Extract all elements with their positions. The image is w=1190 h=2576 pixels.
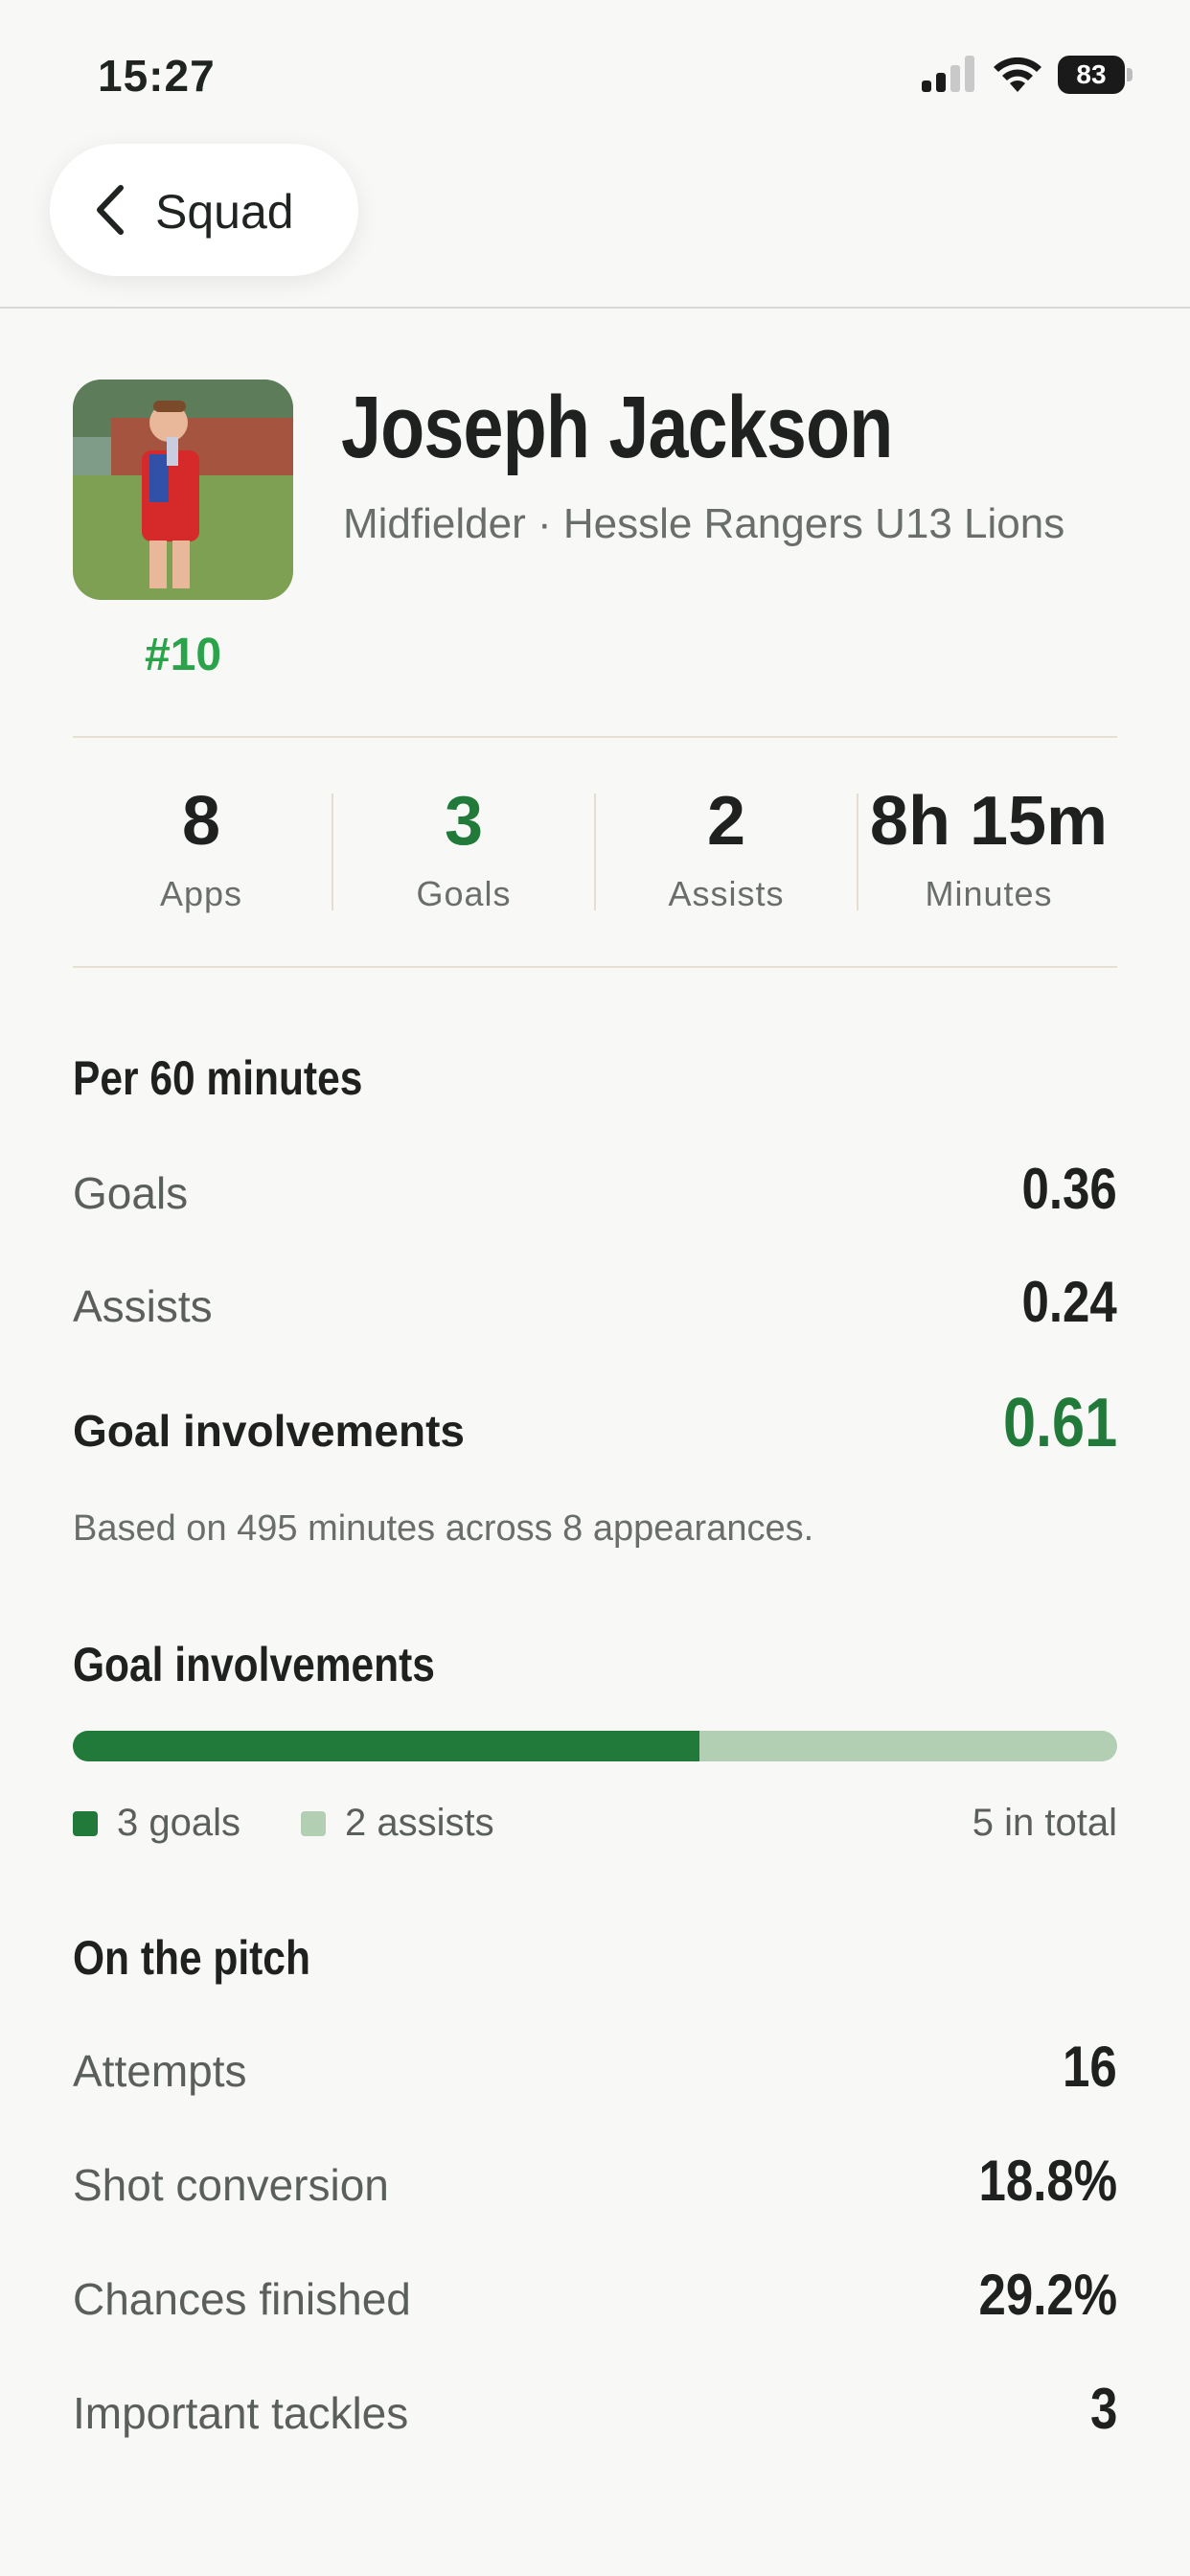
back-button[interactable]: Squad bbox=[50, 144, 358, 276]
player-subtitle: Midfielder · Hessle Rangers U13 Lions bbox=[343, 500, 1065, 547]
stat-value: 2 bbox=[706, 783, 746, 860]
per60-involvements-label: Goal involvements bbox=[73, 1406, 466, 1456]
battery-icon: 83 bbox=[1058, 56, 1133, 94]
stat-goals: 3 Goals bbox=[333, 778, 594, 914]
chevron-left-icon bbox=[97, 185, 124, 235]
per60-goals-value: 0.36 bbox=[1021, 1157, 1117, 1221]
section-title-involvements: Goal involvements bbox=[73, 1638, 435, 1691]
stat-label: Assists bbox=[668, 874, 785, 913]
divider bbox=[73, 736, 1117, 738]
battery-level: 83 bbox=[1058, 56, 1125, 94]
nav-divider bbox=[0, 307, 1190, 309]
involvements-total: 5 in total bbox=[972, 1802, 1117, 1844]
player-name: Joseph Jackson bbox=[341, 379, 893, 476]
legend-assists-swatch bbox=[301, 1810, 326, 1836]
signal-icon bbox=[922, 56, 975, 92]
legend-goals: 3 goals bbox=[73, 1802, 240, 1845]
per60-assists-value: 0.24 bbox=[1021, 1270, 1117, 1334]
stat-value: 3 bbox=[444, 783, 484, 860]
status-bar: 15:27 83 bbox=[0, 0, 1190, 144]
legend-goals-label: 3 goals bbox=[117, 1802, 240, 1844]
section-title-per60: Per 60 minutes bbox=[73, 1051, 363, 1105]
per60-goals-label: Goals bbox=[73, 1168, 189, 1218]
pitch-chances-label: Chances finished bbox=[73, 2274, 411, 2324]
involvements-bar bbox=[73, 1731, 1117, 1761]
involvements-bar-goals bbox=[73, 1731, 699, 1761]
legend-goals-swatch bbox=[73, 1810, 98, 1836]
per60-note: Based on 495 minutes across 8 appearance… bbox=[73, 1508, 814, 1549]
pitch-tackles-label: Important tackles bbox=[73, 2388, 409, 2438]
stat-label: Goals bbox=[416, 874, 512, 913]
per60-assists-label: Assists bbox=[73, 1281, 213, 1331]
stat-apps: 8 Apps bbox=[71, 778, 332, 914]
stat-value: 8 bbox=[181, 783, 221, 860]
divider bbox=[73, 966, 1117, 968]
stat-minutes: 8h 15m Minutes bbox=[858, 778, 1119, 914]
player-photo bbox=[73, 380, 293, 600]
status-time: 15:27 bbox=[98, 51, 216, 101]
stat-label: Apps bbox=[159, 874, 243, 913]
section-title-pitch: On the pitch bbox=[73, 1931, 310, 1985]
pitch-chances-value: 29.2% bbox=[978, 2263, 1117, 2327]
wifi-icon bbox=[994, 57, 1041, 92]
legend-assists: 2 assists bbox=[301, 1802, 494, 1845]
pitch-conversion-label: Shot conversion bbox=[73, 2160, 389, 2210]
back-button-label: Squad bbox=[155, 185, 294, 239]
pitch-attempts-label: Attempts bbox=[73, 2046, 247, 2096]
stat-assists: 2 Assists bbox=[596, 778, 857, 914]
jersey-number: #10 bbox=[144, 630, 222, 680]
per60-involvements-value: 0.61 bbox=[1002, 1385, 1117, 1461]
pitch-attempts-value: 16 bbox=[1063, 2035, 1117, 2099]
pitch-tackles-value: 3 bbox=[1089, 2377, 1117, 2441]
stat-value: 8h 15m bbox=[869, 783, 1109, 860]
stat-label: Minutes bbox=[925, 874, 1053, 913]
legend-assists-label: 2 assists bbox=[345, 1802, 494, 1844]
pitch-conversion-value: 18.8% bbox=[978, 2149, 1117, 2213]
